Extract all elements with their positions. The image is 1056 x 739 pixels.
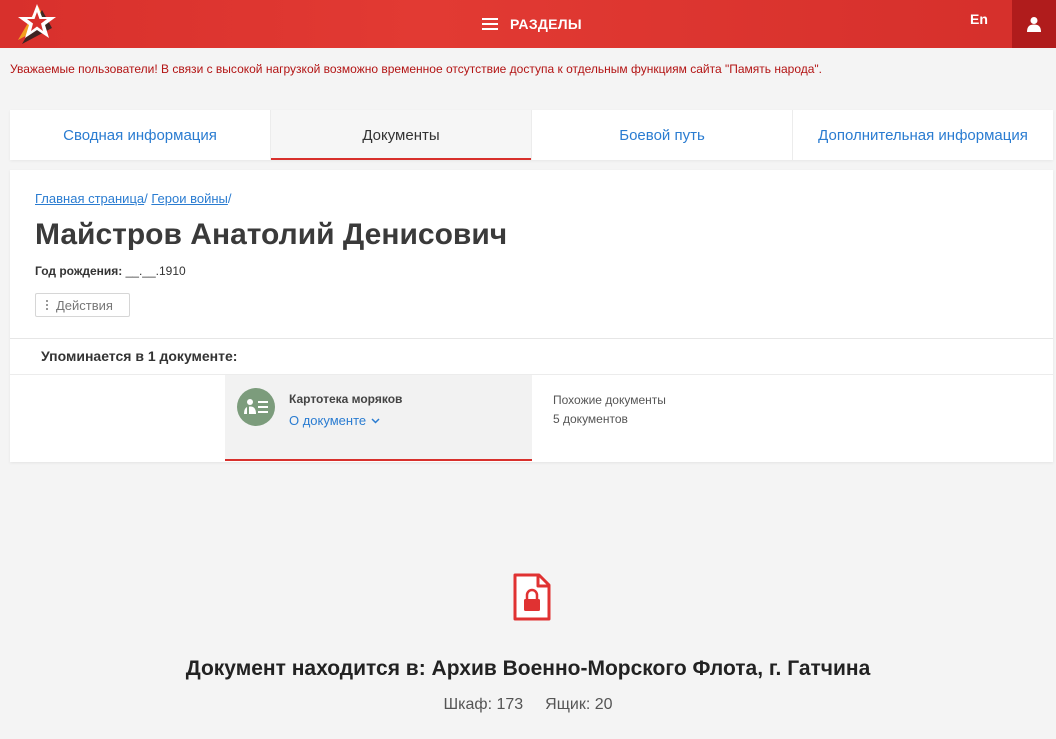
user-icon xyxy=(1027,17,1041,32)
birth-value: __.__.1910 xyxy=(125,264,186,278)
tab-summary[interactable]: Сводная информация xyxy=(10,110,271,160)
user-button[interactable] xyxy=(1012,0,1056,48)
about-document-label: О документе xyxy=(289,413,367,428)
breadcrumb: Главная страница/ Герои войны/ xyxy=(35,191,232,206)
archive-shelf-info: Шкаф: 173 Ящик: 20 xyxy=(0,696,1056,714)
sections-menu-button[interactable]: РАЗДЕЛЫ xyxy=(482,11,582,37)
birth-label: Год рождения: xyxy=(35,264,123,278)
shelf-number: Шкаф: 173 xyxy=(443,696,524,713)
actions-label: Действия xyxy=(56,297,113,313)
divider xyxy=(10,338,1053,339)
site-notice: Уважаемые пользователи! В связи с высоко… xyxy=(10,62,823,76)
about-document-link[interactable]: О документе xyxy=(289,413,380,428)
tab-documents[interactable]: Документы xyxy=(271,110,532,160)
chevron-down-icon xyxy=(371,417,380,424)
star-ribbon-logo-icon[interactable] xyxy=(8,0,66,48)
actions-button[interactable]: Действия xyxy=(35,293,130,317)
person-card: Главная страница/ Герои войны/ Майстров … xyxy=(10,170,1053,462)
hamburger-icon xyxy=(482,18,498,30)
sections-label: РАЗДЕЛЫ xyxy=(510,16,582,32)
locked-document-icon xyxy=(512,572,552,622)
tab-additional-info[interactable]: Дополнительная информация xyxy=(793,110,1053,160)
document-title: Картотека моряков xyxy=(289,392,403,406)
language-switch[interactable]: En xyxy=(970,11,988,27)
tabs-bar: Сводная информация Документы Боевой путь… xyxy=(10,110,1053,160)
similar-label: Похожие документы xyxy=(553,393,666,407)
box-number: Ящик: 20 xyxy=(545,696,613,713)
breadcrumb-heroes-link[interactable]: Герои войны xyxy=(151,191,228,206)
similar-count: 5 документов xyxy=(553,412,628,426)
similar-documents[interactable]: Похожие документы 5 документов xyxy=(553,391,666,429)
site-header: РАЗДЕЛЫ En xyxy=(0,0,1056,48)
tab-battle-path[interactable]: Боевой путь xyxy=(532,110,793,160)
breadcrumb-home-link[interactable]: Главная страница xyxy=(35,191,144,206)
archive-location: Документ находится в: Архив Военно-Морск… xyxy=(185,657,871,680)
birth-year: Год рождения: __.__.1910 xyxy=(35,264,186,278)
person-card-icon xyxy=(237,388,275,426)
kebab-icon xyxy=(46,300,48,310)
document-card[interactable]: Картотека моряков О документе xyxy=(225,375,532,461)
page-title: Майстров Анатолий Денисович xyxy=(35,218,508,251)
mentions-heading: Упоминается в 1 документе: xyxy=(41,348,238,364)
